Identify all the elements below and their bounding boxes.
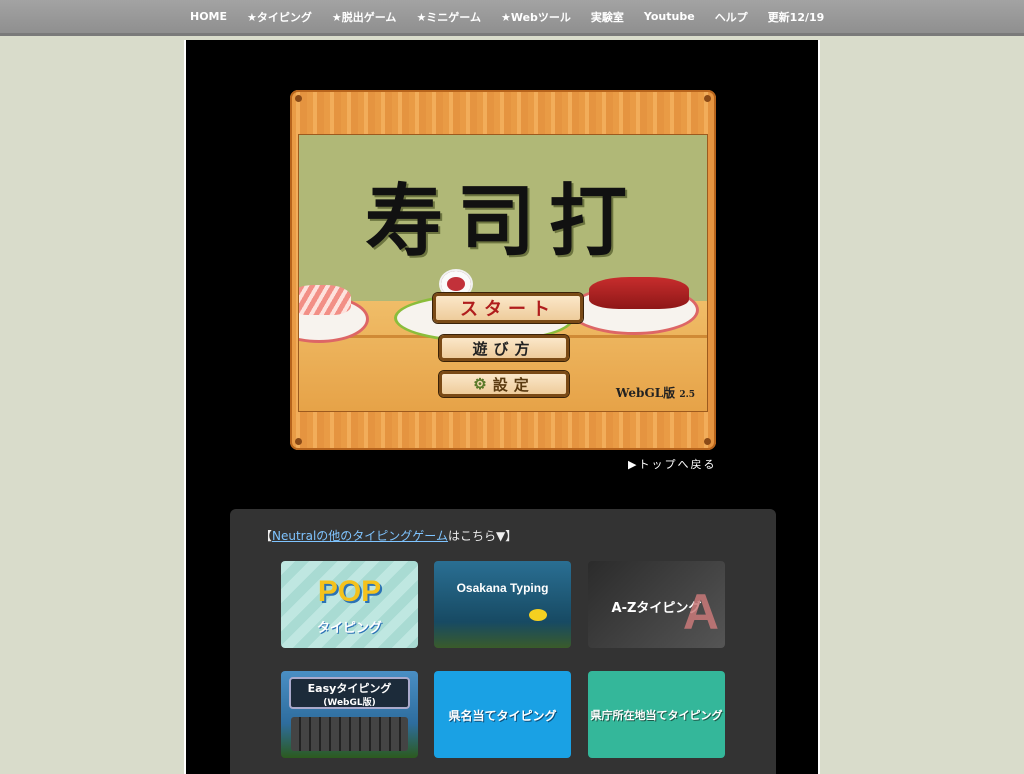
tuna-sushi-icon bbox=[589, 277, 689, 309]
bolt-icon bbox=[295, 438, 302, 445]
shrimp-sushi-icon bbox=[299, 285, 351, 315]
tile-easy-title: Easyタイピング bbox=[307, 682, 392, 695]
tile-az-typing[interactable]: A-Zタイピング A bbox=[588, 561, 725, 648]
back-to-top-link[interactable]: ▶トップへ戻る bbox=[628, 456, 716, 472]
start-button[interactable]: スタート bbox=[433, 293, 583, 323]
settings-label: 設定 bbox=[492, 375, 535, 394]
fish-icon bbox=[529, 609, 547, 621]
version-text: WebGL版 bbox=[615, 386, 676, 400]
tile-osakana-typing[interactable]: Osakana Typing bbox=[434, 561, 571, 648]
tile-capital-title: 県庁所在地当てタイピング bbox=[590, 709, 723, 722]
tile-az-letter: A bbox=[682, 584, 719, 640]
nav-youtube[interactable]: Youtube bbox=[634, 10, 705, 23]
nav-escape-game[interactable]: ★脱出ゲーム bbox=[322, 9, 407, 25]
main-column: 寿司打 スタート 遊び方 ⚙ 設定 WebGL版 2.5 ▶トップへ戻る 【Ne… bbox=[184, 40, 820, 774]
tile-easy-typing[interactable]: Easyタイピング (WebGL版) bbox=[281, 671, 418, 758]
game-frame[interactable]: 寿司打 スタート 遊び方 ⚙ 設定 WebGL版 2.5 bbox=[290, 90, 716, 450]
heading-suffix: はこちら▼】 bbox=[447, 529, 518, 543]
version-label: WebGL版 2.5 bbox=[616, 384, 695, 401]
tile-pop-subtitle: タイピング bbox=[316, 621, 382, 636]
how-to-play-button[interactable]: 遊び方 bbox=[439, 335, 569, 361]
bolt-icon bbox=[704, 95, 711, 102]
nav-typing[interactable]: ★タイピング bbox=[237, 9, 322, 25]
tile-pop-typing[interactable]: POP タイピング bbox=[281, 561, 418, 648]
bolt-icon bbox=[295, 95, 302, 102]
tile-prefecture-typing[interactable]: 県名当てタイピング bbox=[434, 671, 571, 758]
nav-lab[interactable]: 実験室 bbox=[581, 9, 634, 25]
nav-updated[interactable]: 更新12/19 bbox=[758, 9, 835, 25]
tile-pop-title: POP bbox=[317, 575, 382, 608]
heading-prefix: 【 bbox=[260, 529, 273, 543]
gear-icon: ⚙ bbox=[473, 375, 487, 393]
nav-help[interactable]: ヘルプ bbox=[705, 9, 758, 25]
tile-capital-typing[interactable]: 県庁所在地当てタイピング bbox=[588, 671, 725, 758]
nav-mini-game[interactable]: ★ミニゲーム bbox=[406, 9, 491, 25]
keyboard-icon bbox=[291, 717, 408, 751]
version-number: 2.5 bbox=[679, 390, 695, 400]
panel-heading: 【Neutralの他のタイピングゲームはこちら▼】 bbox=[260, 527, 517, 544]
tile-prefecture-title: 県名当てタイピング bbox=[448, 709, 557, 723]
settings-button[interactable]: ⚙ 設定 bbox=[439, 371, 569, 397]
tile-easy-subtitle: (WebGL版) bbox=[323, 698, 376, 708]
bolt-icon bbox=[704, 438, 711, 445]
nav-home[interactable]: HOME bbox=[180, 10, 237, 23]
other-games-panel: 【Neutralの他のタイピングゲームはこちら▼】 POP タイピング Osak… bbox=[230, 509, 776, 774]
top-navigation: HOME ★タイピング ★脱出ゲーム ★ミニゲーム ★Webツール 実験室 Yo… bbox=[0, 0, 1024, 36]
game-title: 寿司打 bbox=[364, 176, 641, 267]
game-screen: 寿司打 スタート 遊び方 ⚙ 設定 WebGL版 2.5 bbox=[298, 134, 708, 412]
other-games-link[interactable]: Neutralの他のタイピングゲーム bbox=[272, 529, 448, 543]
nav-web-tools[interactable]: ★Webツール bbox=[491, 9, 581, 25]
nav-list: HOME ★タイピング ★脱出ゲーム ★ミニゲーム ★Webツール 実験室 Yo… bbox=[0, 0, 1024, 33]
tile-osakana-title: Osakana Typing bbox=[456, 581, 549, 595]
